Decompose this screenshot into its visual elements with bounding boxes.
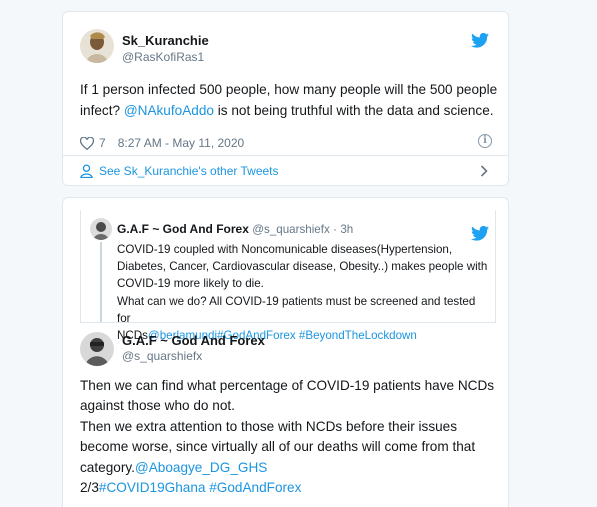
- quoted-line: COVID-19 more likely to die.: [117, 277, 264, 291]
- tweet-line: 2/3#COVID19Ghana #GodAndForex: [80, 478, 510, 498]
- tweet-line-text: category.: [80, 459, 135, 475]
- quoted-author-name[interactable]: G.A.F ~ God And Forex: [117, 222, 249, 236]
- quoted-line: What can we do? All COVID-19 patients mu…: [117, 294, 476, 325]
- quoted-author-handle[interactable]: @s_quarshiefx: [252, 223, 330, 236]
- tweet-meta: 7 8:27 AM - May 11, 2020: [80, 136, 244, 150]
- twitter-bird-icon[interactable]: [471, 33, 489, 48]
- author-handle[interactable]: @s_quarshiefx: [122, 349, 202, 363]
- see-other-tweets-link[interactable]: See Sk_Kuranchie's other Tweets: [80, 162, 492, 180]
- heart-icon[interactable]: [80, 136, 94, 150]
- tweet-card: Sk_Kuranchie @RasKofiRas1 If 1 person in…: [62, 11, 509, 186]
- quoted-time-separator: ·: [333, 223, 337, 236]
- tweet-text: If 1 person infected 500 people, how man…: [80, 79, 500, 121]
- timestamp[interactable]: 8:27 AM - May 11, 2020: [118, 136, 245, 150]
- avatar[interactable]: [90, 218, 112, 240]
- tweet-line: Then we extra attention to those with NC…: [80, 418, 458, 434]
- quoted-tweet[interactable]: G.A.F ~ God And Forex @s_quarshiefx · 3h…: [80, 210, 496, 342]
- quoted-line: COVID-19 coupled with Noncomunicable dis…: [117, 243, 453, 256]
- author-handle[interactable]: @RasKofiRas1: [122, 50, 204, 64]
- quoted-time[interactable]: 3h: [340, 223, 353, 236]
- tweet-line-text: 2/3: [80, 480, 99, 496]
- tweet-line: become worse, since virtually all of our…: [80, 439, 476, 455]
- author-name[interactable]: G.A.F ~ God And Forex: [122, 333, 265, 348]
- thread-line: [100, 242, 102, 322]
- author-name[interactable]: Sk_Kuranchie: [122, 33, 209, 48]
- tweet-text-part: is not being truthful with the data and …: [213, 103, 494, 118]
- quoted-line: Diabetes, Cancer, Cardiovascular disease…: [117, 260, 488, 274]
- like-count[interactable]: 7: [99, 136, 106, 150]
- quoted-text: COVID-19 coupled with Noncomunicable dis…: [117, 241, 492, 344]
- info-icon[interactable]: i: [478, 134, 492, 148]
- tweet-line: Then we can find what percentage of COVI…: [80, 378, 495, 393]
- tweet-card: G.A.F ~ God And Forex @s_quarshiefx · 3h…: [62, 197, 509, 507]
- tweet-line: category.@Aboagye_DG_GHS: [80, 458, 510, 478]
- avatar[interactable]: [80, 332, 114, 366]
- tweet-text: Then we can find what percentage of COVI…: [80, 376, 510, 498]
- twitter-bird-icon[interactable]: [471, 226, 489, 241]
- quoted-header: G.A.F ~ God And Forex @s_quarshiefx · 3h: [117, 222, 353, 236]
- avatar[interactable]: [80, 29, 114, 63]
- see-other-tweets-label[interactable]: See Sk_Kuranchie's other Tweets: [99, 164, 279, 178]
- mention-link[interactable]: @NAkufoAddo: [124, 103, 214, 118]
- person-icon: [80, 164, 93, 178]
- chevron-right-icon[interactable]: [480, 165, 488, 177]
- hashtag-links[interactable]: #COVID19Ghana #GodAndForex: [99, 480, 302, 495]
- divider: [63, 155, 508, 156]
- tweet-line: against those who do not.: [80, 398, 235, 414]
- mention-link[interactable]: @Aboagye_DG_GHS: [135, 460, 267, 475]
